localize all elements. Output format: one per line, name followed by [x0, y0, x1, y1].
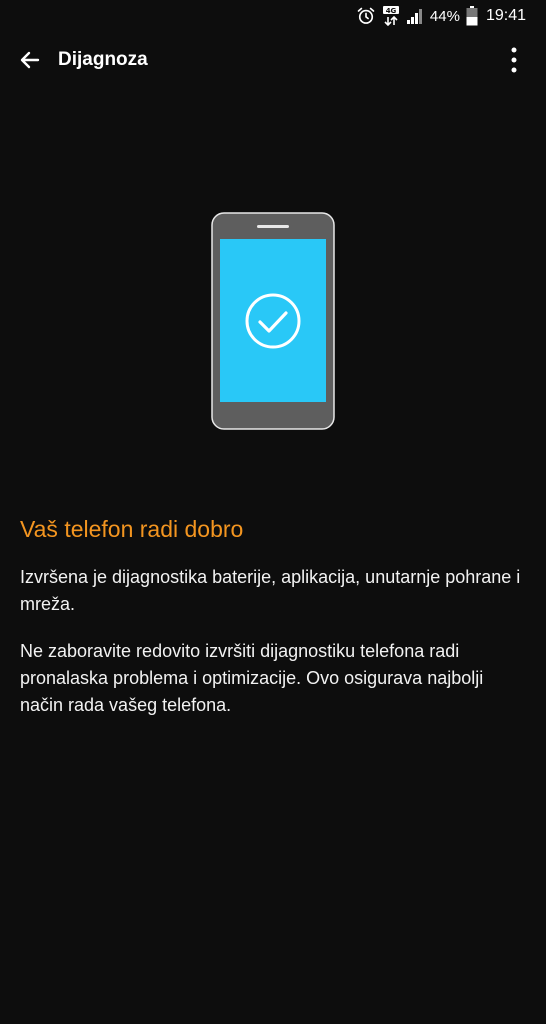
phone-illustration	[211, 212, 335, 430]
4g-signal-icon: 4G	[382, 5, 400, 27]
result-headline: Vaš telefon radi dobro	[20, 516, 244, 542]
result-paragraph-2: Ne zaboravite redovito izvršiti dijagnos…	[20, 641, 484, 715]
result-paragraph-1: Izvršena je dijagnostika baterije, aplik…	[20, 567, 521, 614]
phone-screen	[220, 239, 326, 402]
status-bar: 4G 44% 19:41	[0, 0, 546, 32]
battery-percent: 44%	[429, 7, 460, 25]
page-title: Dijagnoza	[58, 49, 148, 70]
diagnosis-result: Vaš telefon radi dobro Izvršena je dijag…	[20, 512, 522, 739]
diagnosis-screen: 4G 44% 19:41 Dijagnoza Vaš telefon radi …	[0, 0, 546, 1024]
signal-bars-icon	[406, 7, 424, 25]
alarm-icon	[356, 6, 376, 26]
network-label: 4G	[386, 7, 397, 15]
back-button[interactable]	[2, 32, 58, 88]
overflow-menu-button[interactable]	[496, 42, 532, 78]
status-clock: 19:41	[485, 7, 526, 24]
phone-speaker	[257, 225, 289, 228]
more-vertical-icon	[511, 47, 517, 73]
battery-icon	[466, 6, 478, 26]
app-bar: Dijagnoza	[0, 32, 546, 88]
arrow-left-icon	[20, 51, 40, 69]
